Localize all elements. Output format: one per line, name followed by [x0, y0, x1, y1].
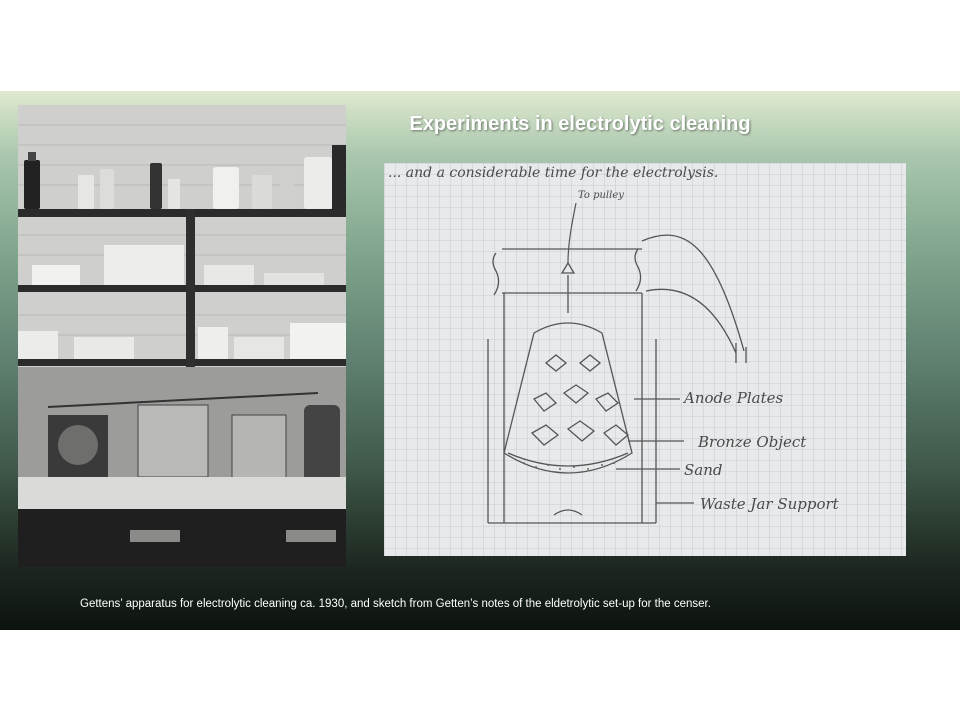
label-waste-jar-support: Waste Jar Support [700, 495, 840, 513]
lab-photo-illustration [18, 105, 346, 567]
electrolysis-sketch: ... and a considerable time for the elec… [384, 163, 906, 556]
label-sand: Sand [684, 461, 722, 479]
sketch-image: ... and a considerable time for the elec… [384, 163, 906, 556]
slide-caption: Gettens’ apparatus for electrolytic clea… [80, 598, 711, 610]
label-anode-plates: Anode Plates [682, 389, 784, 407]
label-bronze-object: Bronze Object [697, 433, 807, 451]
top-note: ... and a considerable time for the elec… [388, 165, 718, 181]
lab-photo [18, 105, 346, 567]
slide: Experiments in electrolytic cleaning ...… [0, 91, 960, 630]
pulley-label: To pulley [578, 190, 624, 201]
slide-title: Experiments in electrolytic cleaning [409, 113, 751, 135]
